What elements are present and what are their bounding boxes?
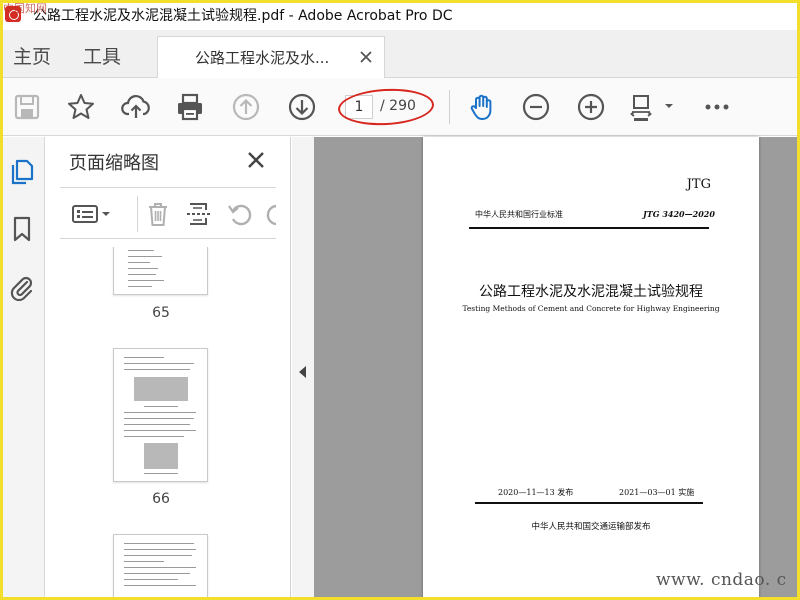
attachment-icon[interactable]: [8, 273, 36, 301]
page-implement-date: 2021—03—01 实施: [619, 488, 695, 497]
title-bar: 公路工程水泥及水泥混凝土试验规程.pdf - Adobe Acrobat Pro…: [0, 0, 800, 30]
corner-watermark: 中国知网: [3, 2, 47, 15]
tab-document-label: 公路工程水泥及水...: [195, 49, 330, 67]
bookmark-star-icon[interactable]: [66, 92, 96, 122]
page-subtitle: Testing Methods of Cement and Concrete f…: [462, 304, 720, 313]
page-publisher: 中华人民共和国交通运输部发布: [531, 522, 651, 532]
upload-icon[interactable]: [121, 92, 151, 122]
page-number-highlight: [337, 86, 435, 128]
thumbnail-page-67[interactable]: [113, 534, 208, 600]
thumbnail-tools: [60, 187, 276, 239]
tab-document[interactable]: 公路工程水泥及水...: [157, 36, 385, 78]
window-title: 公路工程水泥及水泥混凝土试验规程.pdf - Adobe Acrobat Pro…: [33, 8, 453, 24]
page-jtg-mark: JTG: [686, 177, 711, 192]
thumbnail-label: 65: [152, 305, 170, 321]
tab-bar: 主页 工具 公路工程水泥及水...: [0, 30, 800, 78]
page-standard-label: 中华人民共和国行业标准: [475, 210, 563, 219]
thumbnail-list: 65 66: [45, 247, 267, 600]
tab-home[interactable]: 主页: [13, 42, 51, 69]
close-tab-icon[interactable]: [358, 49, 374, 65]
next-page-icon[interactable]: [287, 92, 317, 122]
page-thumbnails-icon[interactable]: [8, 157, 36, 185]
hand-tool-icon[interactable]: [467, 92, 497, 122]
collapse-arrow-icon[interactable]: [299, 366, 306, 378]
pdf-page: JTG 中华人民共和国行业标准 JTG 3420—2020 公路工程水泥及水泥混…: [423, 137, 759, 600]
prev-page-icon[interactable]: [231, 92, 261, 122]
rotate-right-icon[interactable]: [264, 200, 276, 228]
thumbnail-label: 66: [152, 491, 170, 507]
toolbar-divider: [449, 90, 450, 124]
thumbnail-page-65[interactable]: [113, 247, 208, 295]
page-issue-date: 2020—11—13 发布: [498, 488, 574, 497]
document-view[interactable]: JTG 中华人民共和国行业标准 JTG 3420—2020 公路工程水泥及水泥混…: [292, 137, 800, 600]
page-rule: [475, 502, 703, 504]
page-title: 公路工程水泥及水泥混凝土试验规程: [479, 284, 703, 300]
thumbnails-panel: 页面缩略图 65 66: [45, 137, 327, 600]
page-rule: [469, 227, 709, 229]
panel-title: 页面缩略图: [69, 153, 159, 174]
zoom-out-icon[interactable]: [521, 92, 551, 122]
page-standard-code: JTG 3420—2020: [643, 209, 715, 219]
tools-divider: [137, 196, 138, 232]
tab-tools[interactable]: 工具: [83, 42, 121, 69]
rotate-left-icon[interactable]: [226, 200, 254, 228]
collapse-panel-handle[interactable]: [292, 137, 314, 600]
site-watermark: www. cndao. c: [656, 570, 787, 590]
bookmark-icon[interactable]: [8, 215, 36, 243]
extract-pages-icon[interactable]: [185, 200, 213, 228]
close-panel-icon[interactable]: [245, 149, 267, 171]
navigation-rail: [0, 137, 45, 600]
options-menu-icon[interactable]: [72, 200, 112, 228]
print-icon[interactable]: [175, 92, 205, 122]
delete-page-icon[interactable]: [144, 200, 172, 228]
zoom-in-icon[interactable]: [576, 92, 606, 122]
fit-page-icon[interactable]: [630, 92, 676, 122]
save-icon[interactable]: [12, 92, 42, 122]
main-toolbar: 1 / 290: [0, 78, 800, 136]
thumbnail-page-66[interactable]: [113, 348, 208, 482]
more-icon[interactable]: [702, 92, 732, 122]
